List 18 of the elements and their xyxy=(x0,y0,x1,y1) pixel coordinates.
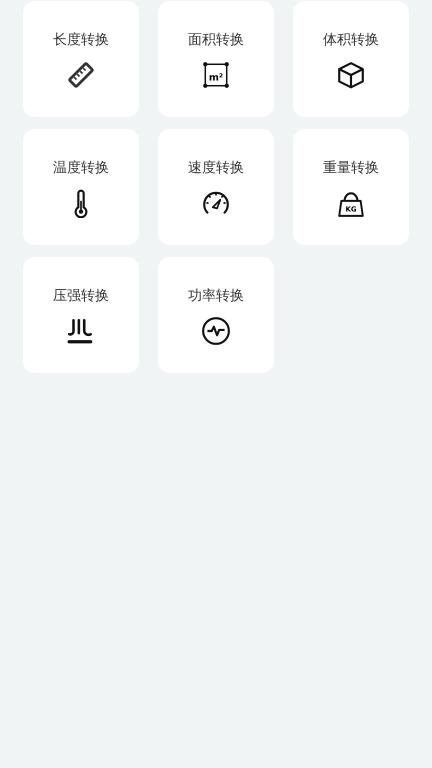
converter-card[interactable]: 压强转换 xyxy=(23,257,139,373)
cube-icon xyxy=(336,60,366,90)
converter-card[interactable]: 面积转换 m² xyxy=(158,1,274,117)
converter-card[interactable]: 温度转换 xyxy=(23,129,139,245)
converter-card[interactable]: 功率转换 xyxy=(158,257,274,373)
converter-card[interactable]: 体积转换 xyxy=(293,1,409,117)
card-label: 长度转换 xyxy=(53,31,109,50)
ruler-icon xyxy=(66,60,96,90)
card-label: 速度转换 xyxy=(188,159,244,178)
card-label: 功率转换 xyxy=(188,287,244,306)
card-label: 面积转换 xyxy=(188,31,244,50)
pulse-icon xyxy=(201,316,231,346)
card-label: 体积转换 xyxy=(323,31,379,50)
converter-card[interactable]: 长度转换 xyxy=(23,1,139,117)
converter-card[interactable]: 速度转换 xyxy=(158,129,274,245)
card-label: 压强转换 xyxy=(53,287,109,306)
card-label: 重量转换 xyxy=(323,159,379,178)
card-label: 温度转换 xyxy=(53,159,109,178)
